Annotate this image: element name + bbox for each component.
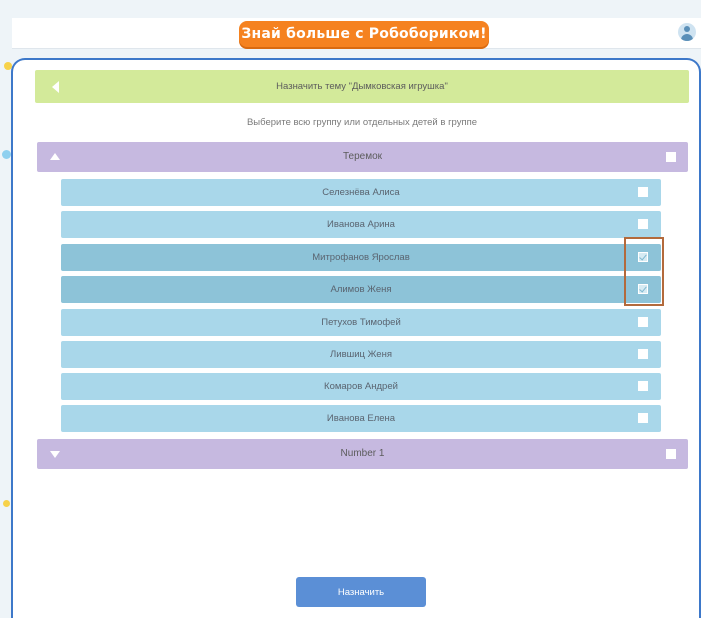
child-checkbox[interactable] [638,317,648,327]
child-name: Селезнёва Алиса [322,187,400,198]
child-row[interactable]: Лившиц Женя [61,341,661,368]
selection-highlight [624,237,664,306]
group-row-teremok[interactable]: Теремок [37,142,688,172]
instruction-text: Выберите всю группу или отдельных детей … [246,117,478,128]
child-name: Лившиц Женя [330,349,392,360]
child-checkbox[interactable] [638,413,648,423]
child-row[interactable]: Митрофанов Ярослав [61,244,661,271]
child-name: Комаров Андрей [324,381,398,392]
child-checkbox[interactable] [638,187,648,197]
app-banner-title: Знай больше с Робобориком! [239,21,489,47]
child-row[interactable]: Иванова Елена [61,405,661,432]
group-row-number-1[interactable]: Number 1 [37,439,688,469]
group-name: Теремок [342,151,383,162]
child-name: Алимов Женя [330,284,392,295]
group-name: Number 1 [340,448,385,459]
child-row[interactable]: Алимов Женя [61,276,661,303]
group-checkbox[interactable] [666,152,676,162]
child-name: Митрофанов Ярослав [312,252,410,263]
child-row[interactable]: Иванова Арина [61,211,661,238]
assign-topic-title: Назначить тему "Дымковская игрушка" [276,81,448,92]
assign-button[interactable]: Назначить [296,577,426,607]
group-checkbox[interactable] [666,449,676,459]
decor-dot [2,150,11,159]
user-avatar-icon[interactable] [678,23,696,41]
child-name: Иванова Елена [326,413,396,424]
decor-dot [3,500,10,507]
child-row[interactable]: Петухов Тимофей [61,309,661,336]
child-checkbox[interactable] [638,381,648,391]
child-checkbox[interactable] [638,219,648,229]
child-name: Иванова Арина [327,219,395,230]
child-row[interactable]: Селезнёва Алиса [61,179,661,206]
child-checkbox[interactable] [638,349,648,359]
child-name: Петухов Тимофей [321,317,401,328]
child-row[interactable]: Комаров Андрей [61,373,661,400]
